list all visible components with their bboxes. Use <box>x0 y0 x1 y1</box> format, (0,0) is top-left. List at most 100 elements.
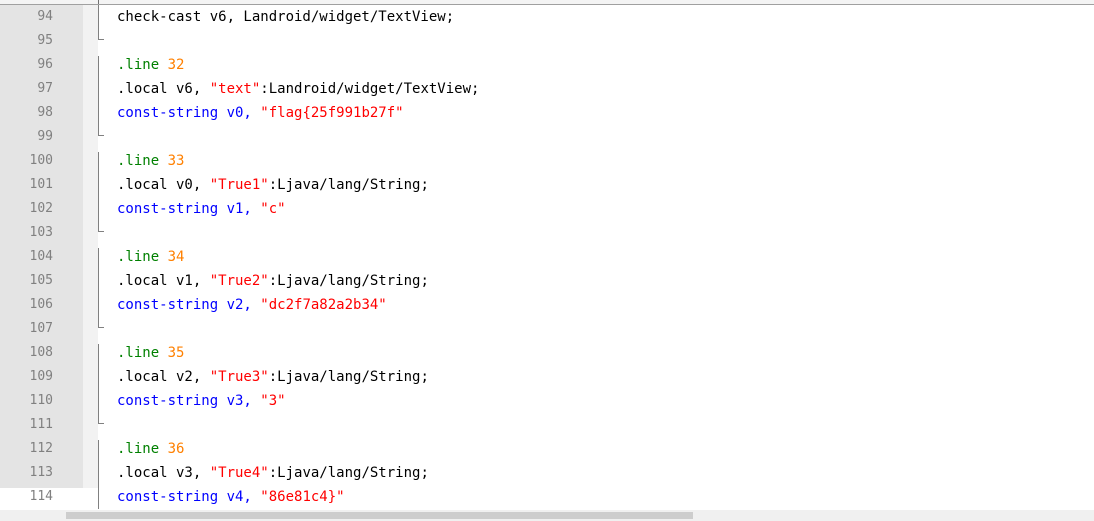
line-number: 113 <box>29 465 53 480</box>
code-token: const-string v4, <box>117 489 261 505</box>
code-line[interactable]: 101 .local v0, "True1":Ljava/lang/String; <box>0 173 1094 197</box>
code-token: "86e81c4}" <box>260 489 345 505</box>
code-token: "text" <box>209 81 261 97</box>
code-text[interactable]: .local v6, "text":Landroid/widget/TextVi… <box>117 77 479 101</box>
code-text[interactable]: .local v0, "True1":Ljava/lang/String; <box>117 173 429 197</box>
code-line[interactable]: 106 const-string v2, "dc2f7a82a2b34" <box>0 293 1094 317</box>
fold-guide <box>98 344 99 423</box>
code-line[interactable]: 113 .local v3, "True4":Ljava/lang/String; <box>0 461 1094 485</box>
code-text[interactable]: const-string v4, "86e81c4}" <box>117 485 345 509</box>
code-line[interactable]: 107 <box>0 317 1094 341</box>
line-number: 94 <box>37 9 53 24</box>
fold-guide-end <box>98 39 104 40</box>
fold-guide-end <box>98 327 104 328</box>
code-token: "True1" <box>209 177 269 193</box>
line-number: 95 <box>37 33 53 48</box>
code-text[interactable]: const-string v1, "c" <box>117 197 286 221</box>
line-number: 98 <box>37 105 53 120</box>
code-text[interactable]: check-cast v6, Landroid/widget/TextView; <box>117 5 454 29</box>
code-token: "True4" <box>209 465 269 481</box>
code-line[interactable]: 103 <box>0 221 1094 245</box>
code-token: .local v2, <box>117 369 210 385</box>
code-text[interactable]: const-string v3, "3" <box>117 389 286 413</box>
code-token: .local v0, <box>117 177 210 193</box>
scrollbar-thumb[interactable] <box>66 512 693 519</box>
code-token: "3" <box>260 393 286 409</box>
code-text[interactable]: const-string v2, "dc2f7a82a2b34" <box>117 293 387 317</box>
code-token: "flag{25f991b27f" <box>260 105 404 121</box>
code-line[interactable]: 97 .local v6, "text":Landroid/widget/Text… <box>0 77 1094 101</box>
code-line[interactable]: 110 const-string v3, "3" <box>0 389 1094 413</box>
code-line[interactable]: 104 .line 34 <box>0 245 1094 269</box>
code-token: .line <box>117 57 168 73</box>
horizontal-scrollbar[interactable] <box>0 510 1094 521</box>
code-line[interactable]: 108 .line 35 <box>0 341 1094 365</box>
code-token: 33 <box>167 153 185 169</box>
line-number: 100 <box>29 153 53 168</box>
code-token: "c" <box>260 201 286 217</box>
code-line[interactable]: 95 <box>0 29 1094 53</box>
code-line[interactable]: 111 <box>0 413 1094 437</box>
code-token: "True3" <box>209 369 269 385</box>
line-number: 99 <box>37 129 53 144</box>
line-number: 104 <box>29 249 53 264</box>
fold-guide-end <box>98 423 104 424</box>
code-token: .line <box>117 345 168 361</box>
code-line[interactable]: 114 const-string v4, "86e81c4}" <box>0 485 1094 509</box>
code-token: :Ljava/lang/String; <box>268 177 429 193</box>
code-token: .line <box>117 441 168 457</box>
code-line[interactable]: 105 .local v1, "True2":Ljava/lang/String; <box>0 269 1094 293</box>
code-token: const-string v1, <box>117 201 261 217</box>
fold-guide <box>98 5 99 39</box>
line-number: 109 <box>29 369 53 384</box>
code-token: :Landroid/widget/TextView; <box>260 81 480 97</box>
fold-guide <box>98 440 99 509</box>
fold-guide-end <box>98 135 104 136</box>
line-number: 97 <box>37 81 53 96</box>
code-token: check-cast v6, Landroid/widget/TextView; <box>117 9 455 25</box>
code-token: 36 <box>167 441 185 457</box>
code-text[interactable]: .local v1, "True2":Ljava/lang/String; <box>117 269 429 293</box>
code-text[interactable]: .line 36 <box>117 437 184 461</box>
code-line[interactable]: 100 .line 33 <box>0 149 1094 173</box>
code-text[interactable]: .local v2, "True3":Ljava/lang/String; <box>117 365 429 389</box>
code-text[interactable]: const-string v0, "flag{25f991b27f" <box>117 101 404 125</box>
code-text[interactable]: .local v3, "True4":Ljava/lang/String; <box>117 461 429 485</box>
code-token: .line <box>117 249 168 265</box>
code-token: const-string v2, <box>117 297 261 313</box>
line-number: 107 <box>29 321 53 336</box>
line-number: 106 <box>29 297 53 312</box>
fold-guide-end <box>98 231 104 232</box>
fold-guide <box>98 56 99 135</box>
code-line[interactable]: 98 const-string v0, "flag{25f991b27f" <box>0 101 1094 125</box>
code-line[interactable]: 109 .local v2, "True3":Ljava/lang/String; <box>0 365 1094 389</box>
code-line[interactable]: 94 check-cast v6, Landroid/widget/TextVie… <box>0 5 1094 29</box>
code-line[interactable]: 102 const-string v1, "c" <box>0 197 1094 221</box>
fold-guide <box>98 152 99 231</box>
code-line[interactable]: 99 <box>0 125 1094 149</box>
code-line[interactable]: 96 .line 32 <box>0 53 1094 77</box>
code-token: const-string v0, <box>117 105 261 121</box>
code-token: 35 <box>167 345 185 361</box>
fold-guide <box>98 248 99 327</box>
code-editor[interactable]: 94 check-cast v6, Landroid/widget/TextVie… <box>0 0 1094 521</box>
code-text[interactable]: .line 34 <box>117 245 184 269</box>
line-number: 108 <box>29 345 53 360</box>
line-number: 114 <box>29 489 53 504</box>
code-token: .local v3, <box>117 465 210 481</box>
code-text[interactable]: .line 33 <box>117 149 184 173</box>
line-number: 110 <box>29 393 53 408</box>
code-token: :Ljava/lang/String; <box>268 369 429 385</box>
code-token: :Ljava/lang/String; <box>268 273 429 289</box>
code-token: 32 <box>167 57 185 73</box>
line-number: 103 <box>29 225 53 240</box>
code-line[interactable]: 112 .line 36 <box>0 437 1094 461</box>
line-number: 96 <box>37 57 53 72</box>
line-number: 101 <box>29 177 53 192</box>
code-token: .line <box>117 153 168 169</box>
fold-guide-stub <box>98 0 99 4</box>
code-text[interactable]: .line 32 <box>117 53 184 77</box>
line-number: 105 <box>29 273 53 288</box>
line-number: 102 <box>29 201 53 216</box>
code-text[interactable]: .line 35 <box>117 341 184 365</box>
